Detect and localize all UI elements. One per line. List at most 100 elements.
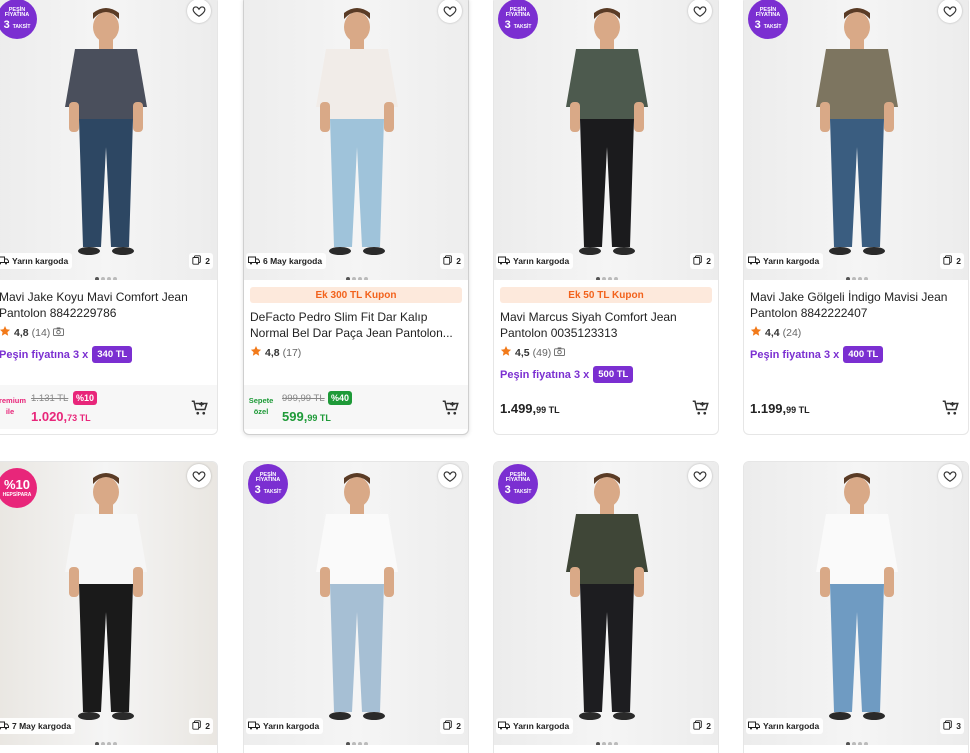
model-photo xyxy=(0,0,217,280)
image-dot[interactable] xyxy=(107,277,111,280)
image-dots[interactable] xyxy=(494,277,718,280)
image-dots[interactable] xyxy=(244,742,468,745)
product-title[interactable]: Mavi Jake Gölgeli İndigo Mavisi Jean Pan… xyxy=(750,289,962,321)
image-dot[interactable] xyxy=(364,742,368,745)
image-dot[interactable] xyxy=(864,742,868,745)
favorite-heart-icon[interactable] xyxy=(187,0,211,23)
favorite-heart-icon[interactable] xyxy=(187,464,211,488)
product-card[interactable]: 6 May kargoda 2 Ek 300 TL Kupon DeFacto Ped… xyxy=(243,0,469,435)
star-icon xyxy=(750,325,762,340)
image-dot[interactable] xyxy=(352,742,356,745)
images-icon xyxy=(192,720,202,732)
image-dots[interactable] xyxy=(744,277,968,280)
image-dot[interactable] xyxy=(95,277,99,280)
image-count-text: 3 xyxy=(956,721,961,731)
add-to-cart-icon[interactable] xyxy=(692,399,710,417)
image-dot[interactable] xyxy=(864,277,868,280)
image-dot[interactable] xyxy=(358,742,362,745)
price-tag-line: Sepete xyxy=(248,396,274,405)
images-icon xyxy=(943,720,953,732)
image-dot[interactable] xyxy=(358,277,362,280)
image-dots[interactable] xyxy=(244,277,468,280)
price-main: 1.499, xyxy=(500,401,537,416)
image-dot[interactable] xyxy=(852,277,856,280)
image-dot[interactable] xyxy=(596,742,600,745)
image-dot[interactable] xyxy=(602,277,606,280)
image-dot[interactable] xyxy=(858,277,862,280)
image-dot[interactable] xyxy=(113,742,117,745)
product-image[interactable]: %10 HEPSİPARA 7 May kargoda 2 xyxy=(0,462,217,745)
product-image[interactable]: 6 May kargoda 2 xyxy=(244,0,468,280)
image-dot[interactable] xyxy=(846,277,850,280)
image-dot[interactable] xyxy=(95,742,99,745)
shipping-text: Yarın kargoda xyxy=(513,721,570,731)
product-image[interactable]: PEŞİN FİYATINA 3 TAKSİT Yarın kargoda 2 xyxy=(244,462,468,745)
product-card[interactable]: Yarın kargoda 3 xyxy=(743,461,969,753)
favorite-heart-icon[interactable] xyxy=(438,0,462,23)
image-dot[interactable] xyxy=(101,742,105,745)
shipping-info: Yarın kargoda xyxy=(746,718,824,734)
product-image[interactable]: PEŞİN FİYATINA 3 TAKSİT Yarın kargoda 2 xyxy=(494,462,718,745)
images-icon xyxy=(693,255,703,267)
product-image[interactable]: PEŞİN FİYATINA 3 TAKSİT Yarın kargoda 2 xyxy=(744,0,968,280)
favorite-heart-icon[interactable] xyxy=(688,464,712,488)
product-card[interactable]: PEŞİN FİYATINA 3 TAKSİT Yarın kargoda 2 Mavi … xyxy=(0,0,218,435)
rating: 4,8 (17) xyxy=(250,345,301,360)
product-image[interactable]: PEŞİN FİYATINA 3 TAKSİT Yarın kargoda 2 xyxy=(0,0,217,280)
image-dot[interactable] xyxy=(107,742,111,745)
product-title[interactable]: Mavi Jake Koyu Mavi Comfort Jean Pantolo… xyxy=(0,289,211,321)
image-dot[interactable] xyxy=(602,742,606,745)
image-dot[interactable] xyxy=(614,742,618,745)
favorite-heart-icon[interactable] xyxy=(938,0,962,23)
truck-icon xyxy=(748,721,760,732)
product-card[interactable]: PEŞİN FİYATINA 3 TAKSİT Yarın kargoda 2 xyxy=(243,461,469,753)
favorite-heart-icon[interactable] xyxy=(688,0,712,23)
model-photo xyxy=(244,0,468,280)
product-card[interactable]: %10 HEPSİPARA 7 May kargoda 2 xyxy=(0,461,218,753)
badge-line: 3 TAKSİT xyxy=(505,19,532,31)
rating: 4,5 (49) xyxy=(500,345,566,360)
model-photo xyxy=(0,462,217,745)
image-dot[interactable] xyxy=(346,277,350,280)
images-icon xyxy=(943,255,953,267)
image-dots[interactable] xyxy=(744,742,968,745)
favorite-heart-icon[interactable] xyxy=(938,464,962,488)
image-dot[interactable] xyxy=(614,277,618,280)
model-photo xyxy=(744,0,968,280)
star-icon xyxy=(0,325,11,340)
product-image[interactable]: Yarın kargoda 3 xyxy=(744,462,968,745)
image-dots[interactable] xyxy=(0,277,217,280)
image-dot[interactable] xyxy=(113,277,117,280)
image-dot[interactable] xyxy=(101,277,105,280)
image-dot[interactable] xyxy=(352,277,356,280)
add-to-cart-icon[interactable] xyxy=(942,399,960,417)
product-card[interactable]: PEŞİN FİYATINA 3 TAKSİT Yarın kargoda 2 Ek 50… xyxy=(493,0,719,435)
image-dot[interactable] xyxy=(846,742,850,745)
product-card[interactable]: PEŞİN FİYATINA 3 TAKSİT Yarın kargoda 2 Mavi … xyxy=(743,0,969,435)
badge-word: TAKSİT xyxy=(513,23,532,30)
product-title[interactable]: DeFacto Pedro Slim Fit Dar Kalıp Normal … xyxy=(250,309,462,341)
favorite-heart-icon[interactable] xyxy=(438,464,462,488)
image-dot[interactable] xyxy=(608,277,612,280)
price-cents: 99 TL xyxy=(307,413,331,423)
image-count: 2 xyxy=(690,718,714,734)
image-dot[interactable] xyxy=(364,277,368,280)
image-dot[interactable] xyxy=(608,742,612,745)
image-count: 2 xyxy=(440,253,464,269)
product-title[interactable]: Mavi Marcus Siyah Comfort Jean Pantolon … xyxy=(500,309,712,341)
image-dot[interactable] xyxy=(596,277,600,280)
badge-line: 3 TAKSİT xyxy=(755,19,782,31)
add-to-cart-icon[interactable] xyxy=(442,399,460,417)
image-dot[interactable] xyxy=(858,742,862,745)
image-dots[interactable] xyxy=(494,742,718,745)
image-dot[interactable] xyxy=(346,742,350,745)
camera-icon xyxy=(554,346,566,359)
price-tag-line: özel xyxy=(253,407,269,416)
badge-number: 3 xyxy=(504,483,511,496)
product-card[interactable]: PEŞİN FİYATINA 3 TAKSİT Yarın kargoda 2 xyxy=(493,461,719,753)
product-image[interactable]: PEŞİN FİYATINA 3 TAKSİT Yarın kargoda 2 xyxy=(494,0,718,280)
installment-info: Peşin fiyatına 3 x 340 TL xyxy=(0,346,133,363)
add-to-cart-icon[interactable] xyxy=(191,399,209,417)
image-dot[interactable] xyxy=(852,742,856,745)
image-dots[interactable] xyxy=(0,742,217,745)
